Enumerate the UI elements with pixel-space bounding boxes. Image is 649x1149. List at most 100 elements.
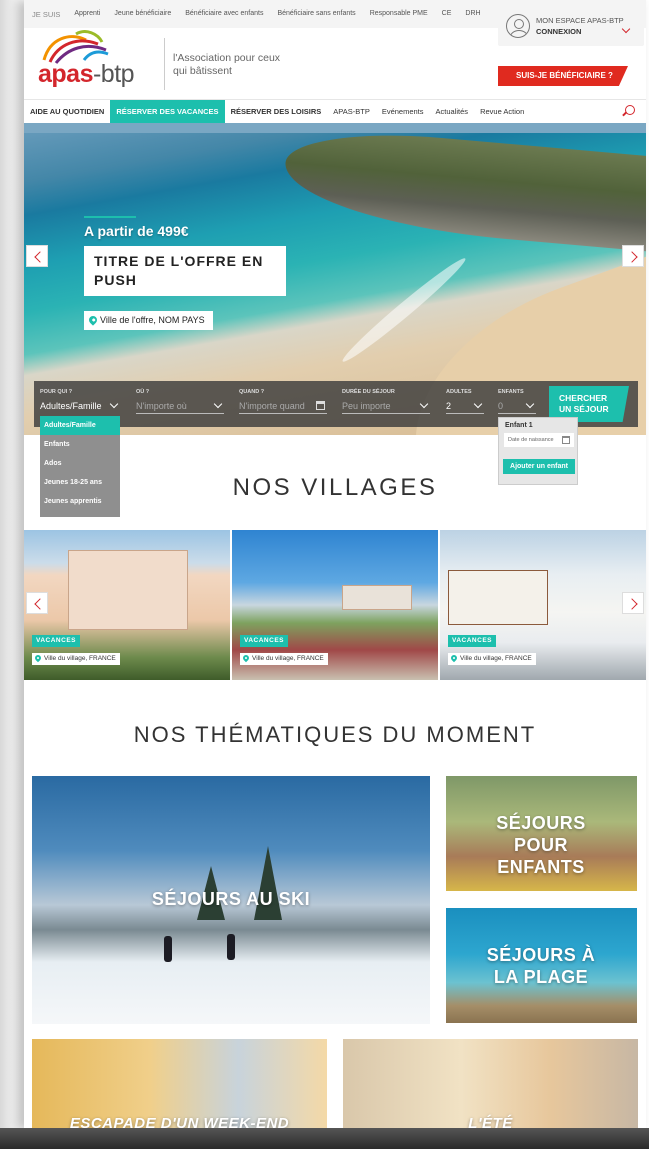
where-select[interactable]: N'importe où xyxy=(136,399,224,414)
village-location-text: Ville du village, FRANCE xyxy=(44,655,116,662)
dropdown-option[interactable]: Ados xyxy=(40,454,120,473)
village-card[interactable]: VACANCES Ville du village, FRANCE xyxy=(24,530,230,680)
hero-next-button[interactable] xyxy=(622,245,644,267)
nav-item-loisirs[interactable]: RÉSERVER DES LOISIRS xyxy=(225,100,328,124)
villages-next-button[interactable] xyxy=(622,592,644,614)
hero-title[interactable]: TITRE DE L'OFFRE EN PUSH xyxy=(84,246,286,296)
adults-field[interactable]: ADULTES 2 xyxy=(446,389,484,414)
village-location: Ville du village, FRANCE xyxy=(448,653,536,665)
nav-item-actualites[interactable]: Actualités xyxy=(430,100,475,124)
profile-link-drh[interactable]: DRH xyxy=(465,10,494,19)
dropdown-option[interactable]: Adultes/Famille xyxy=(40,416,120,435)
nav-item-evenements[interactable]: Evénements xyxy=(376,100,430,124)
village-photo-building xyxy=(342,585,412,610)
theme-tile-summer[interactable]: L'ÉTÉ xyxy=(343,1039,638,1130)
hero-location: Ville de l'offre, NOM PAYS xyxy=(84,311,213,330)
for-who-value: Adultes/Famille xyxy=(40,401,102,411)
chevron-down-icon[interactable] xyxy=(621,24,631,34)
dropdown-option[interactable]: Enfants xyxy=(40,435,120,454)
map-pin-icon xyxy=(87,314,99,326)
profile-link-sans-enfants[interactable]: Bénéficiaire sans enfants xyxy=(277,10,369,19)
browser-frame: JE SUIS Apprenti Jeune bénéficiaire Béné… xyxy=(0,0,649,1149)
birthdate-input[interactable]: Date de naissance xyxy=(504,433,574,447)
hero-cliff xyxy=(280,124,646,253)
hero-location-text: Ville de l'offre, NOM PAYS xyxy=(100,315,205,325)
children-field[interactable]: ENFANTS 0 xyxy=(498,389,536,414)
map-pin-icon xyxy=(33,653,43,663)
calendar-icon xyxy=(316,401,325,410)
adults-value: 2 xyxy=(446,401,452,411)
village-card[interactable]: VACANCES Ville du village, FRANCE xyxy=(232,530,438,680)
when-input[interactable]: N'importe quand xyxy=(239,401,327,414)
profile-selector: JE SUIS Apprenti Jeune bénéficiaire Béné… xyxy=(32,10,495,19)
theme-tile-kids[interactable]: SÉJOURS POUR ENFANTS xyxy=(446,776,637,891)
village-location-text: Ville du village, FRANCE xyxy=(460,655,532,662)
chevron-down-icon xyxy=(109,399,119,409)
add-child-button[interactable]: Ajouter un enfant xyxy=(503,459,575,474)
theme-tile-beach[interactable]: SÉJOURS À LA PLAGE xyxy=(446,908,637,1023)
calendar-icon xyxy=(562,436,570,444)
nav-item-vacances[interactable]: RÉSERVER DES VACANCES xyxy=(110,99,225,124)
duration-placeholder: Peu importe xyxy=(342,401,391,411)
skier-illustration xyxy=(227,934,235,960)
duration-field[interactable]: DURÉE DU SÉJOUR Peu importe xyxy=(342,389,430,414)
map-pin-icon xyxy=(449,653,459,663)
when-field[interactable]: QUAND ? N'importe quand xyxy=(239,389,327,414)
village-card[interactable]: VACANCES Ville du village, FRANCE xyxy=(440,530,646,680)
logo-suffix: -btp xyxy=(92,60,135,88)
beneficiary-check-button[interactable]: SUIS-JE BÉNÉFICIAIRE ? xyxy=(498,66,628,86)
villages-title: NOS VILLAGES xyxy=(232,474,438,501)
duration-select[interactable]: Peu importe xyxy=(342,399,430,414)
nav-item-aide[interactable]: AIDE AU QUOTIDIEN xyxy=(24,100,110,124)
nav-item-revue[interactable]: Revue Action xyxy=(474,100,530,124)
adults-select[interactable]: 2 xyxy=(446,399,484,414)
theme-tile-ski[interactable]: SÉJOURS AU SKI xyxy=(32,776,430,1024)
when-label: QUAND ? xyxy=(239,389,265,395)
account-menu[interactable]: MON ESPACE APAS-BTP CONNEXION xyxy=(498,10,644,46)
village-badge: VACANCES xyxy=(32,635,80,647)
villages-prev-button[interactable] xyxy=(26,592,48,614)
main-nav: AIDE AU QUOTIDIEN RÉSERVER DES VACANCES … xyxy=(24,99,646,124)
village-badge: VACANCES xyxy=(448,635,496,647)
search-icon[interactable] xyxy=(622,105,635,117)
adults-label: ADULTES xyxy=(446,389,472,395)
village-badge: VACANCES xyxy=(240,635,288,647)
login-link[interactable]: CONNEXION xyxy=(536,27,581,36)
map-pin-icon xyxy=(241,653,251,663)
themes-title: NOS THÉMATIQUES DU MOMENT xyxy=(133,722,537,747)
villages-carousel: VACANCES Ville du village, FRANCE VACANC… xyxy=(24,530,646,680)
hero-prev-button[interactable] xyxy=(26,245,48,267)
chevron-down-icon xyxy=(473,399,483,409)
theme-label: SÉJOURS AU SKI xyxy=(151,889,311,909)
profile-link-avec-enfants[interactable]: Bénéficiaire avec enfants xyxy=(185,10,277,19)
chevron-down-icon xyxy=(525,399,535,409)
logo-brand: apas xyxy=(38,60,93,88)
logo[interactable]: apas-btp xyxy=(38,30,158,92)
hero-price: A partir de 499€ xyxy=(84,223,189,239)
theme-tile-weekend[interactable]: ESCAPADE D'UN WEEK-END xyxy=(32,1039,327,1130)
profile-link-ce[interactable]: CE xyxy=(442,10,466,19)
child-label: Enfant 1 xyxy=(505,422,533,429)
user-icon xyxy=(506,14,530,38)
profile-link-apprenti[interactable]: Apprenti xyxy=(74,10,114,19)
children-select[interactable]: 0 xyxy=(498,399,536,414)
profile-link-pme[interactable]: Responsable PME xyxy=(370,10,442,19)
hero-accent-line xyxy=(84,216,136,218)
village-location-text: Ville du village, FRANCE xyxy=(252,655,324,662)
logo-divider xyxy=(164,38,165,90)
nav-item-apas[interactable]: APAS-BTP xyxy=(327,100,376,124)
village-location: Ville du village, FRANCE xyxy=(240,653,328,665)
account-title: MON ESPACE APAS-BTP xyxy=(536,16,624,25)
chevron-down-icon xyxy=(213,399,223,409)
chevron-down-icon xyxy=(419,399,429,409)
for-who-select[interactable]: Adultes/Famille xyxy=(40,399,120,414)
duration-label: DURÉE DU SÉJOUR xyxy=(342,389,395,395)
children-value: 0 xyxy=(498,401,504,411)
where-placeholder: N'importe où xyxy=(136,401,187,411)
where-label: OÙ ? xyxy=(136,389,150,395)
skier-illustration xyxy=(164,936,172,962)
profile-link-jeune[interactable]: Jeune bénéficiaire xyxy=(114,10,185,19)
where-field[interactable]: OÙ ? N'importe où xyxy=(136,389,224,414)
for-who-field[interactable]: POUR QUI ? Adultes/Famille xyxy=(40,389,120,414)
hero-surf xyxy=(338,253,470,367)
